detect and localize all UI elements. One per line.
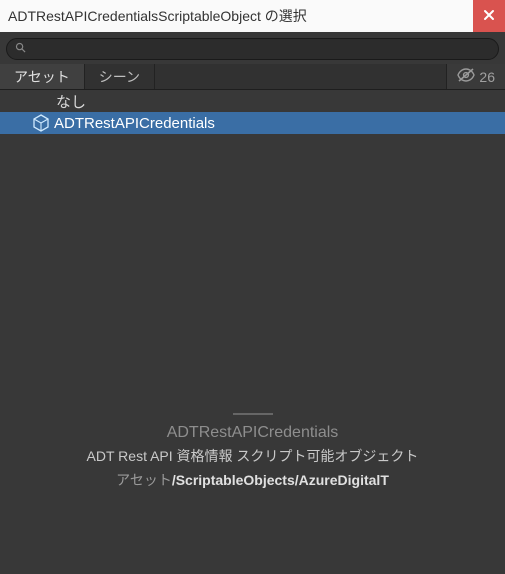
scriptable-object-icon — [32, 114, 50, 132]
detail-asset-name: ADTRestAPICredentials — [10, 424, 495, 442]
asset-list[interactable]: なし ADTRestAPICredentials — [0, 90, 505, 412]
detail-path-value: /ScriptableObjects/AzureDigitalT — [172, 472, 389, 488]
window-title: ADTRestAPICredentialsScriptableObject の選… — [8, 6, 307, 26]
search-icon — [15, 40, 26, 58]
search-input[interactable] — [30, 42, 490, 56]
tabs-spacer — [155, 64, 446, 89]
close-button[interactable] — [473, 0, 505, 32]
hidden-toggle[interactable]: 26 — [446, 64, 505, 89]
tab-assets[interactable]: アセット — [0, 64, 85, 89]
window-header: ADTRestAPICredentialsScriptableObject の選… — [0, 0, 505, 32]
details-panel: ADTRestAPICredentials ADT Rest API 資格情報 … — [0, 416, 505, 574]
splitter-handle-icon — [233, 413, 273, 415]
eye-off-icon — [457, 68, 475, 85]
tabs-bar: アセット シーン 26 — [0, 64, 505, 90]
detail-asset-path: アセット/ScriptableObjects/AzureDigitalT — [10, 470, 495, 490]
list-item-label: ADTRestAPICredentials — [54, 115, 215, 132]
hidden-count-value: 26 — [479, 69, 495, 85]
list-item[interactable]: ADTRestAPICredentials — [0, 112, 505, 134]
detail-asset-description: ADT Rest API 資格情報 スクリプト可能オブジェクト — [10, 446, 495, 466]
list-item-none-label: なし — [56, 91, 86, 112]
tab-scene[interactable]: シーン — [85, 64, 155, 89]
tab-assets-label: アセット — [14, 67, 70, 87]
close-icon — [483, 8, 495, 24]
search-field[interactable] — [6, 38, 499, 60]
tab-scene-label: シーン — [99, 67, 140, 87]
list-item-none[interactable]: なし — [0, 90, 505, 112]
detail-path-prefix: アセット — [116, 472, 172, 488]
